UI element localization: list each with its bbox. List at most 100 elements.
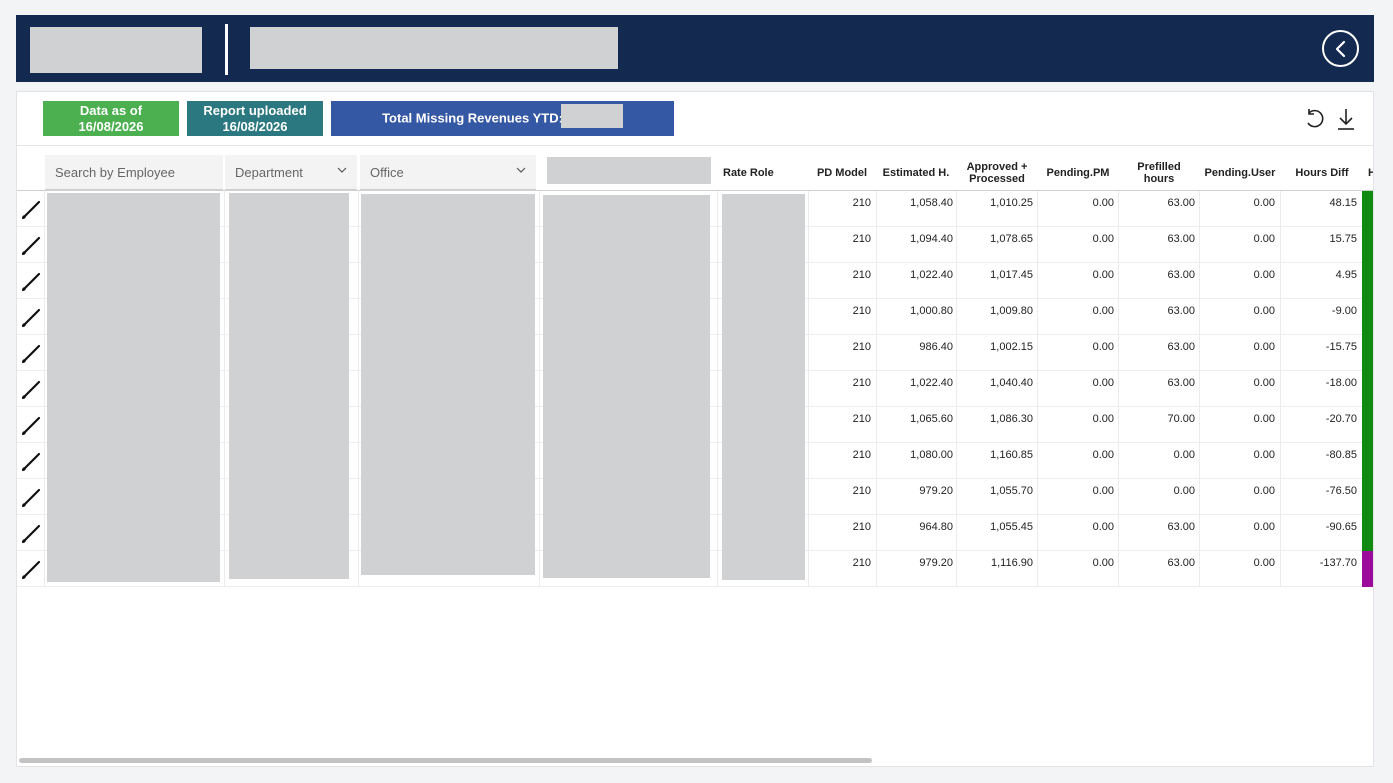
status-indicator (1362, 299, 1373, 335)
cell-pending-user: 0.00 (1253, 557, 1275, 569)
redacted-total-value (560, 104, 623, 128)
col-pending-pm[interactable]: Pending.PM (1041, 155, 1115, 191)
cell-pending-pm: 0.00 (1092, 413, 1114, 425)
cell-pd-model: 210 (852, 341, 871, 353)
employee-search-input[interactable]: Search by Employee (45, 155, 223, 190)
cell-pending-pm: 0.00 (1092, 485, 1114, 497)
cell-pending-pm: 0.00 (1092, 233, 1114, 245)
toolbar-separator (17, 145, 1373, 146)
cell-prefilled: 70.00 (1167, 413, 1195, 425)
cell-hours-diff: 4.95 (1335, 269, 1357, 281)
status-indicator (1362, 263, 1373, 299)
col-prefilled-line2: hours (1143, 173, 1175, 185)
col-rate-role[interactable]: Rate Role (723, 155, 803, 191)
cell-pending-pm: 0.00 (1092, 377, 1114, 389)
pencil-edit-icon[interactable] (20, 487, 42, 509)
col-prefilled-hours[interactable]: Prefilled hours (1121, 155, 1197, 191)
app-header (16, 15, 1374, 82)
cell-prefilled: 63.00 (1167, 233, 1195, 245)
header-divider (225, 24, 228, 75)
col-approved-line2: Processed (969, 173, 1025, 185)
cell-pending-pm: 0.00 (1092, 269, 1114, 281)
pencil-edit-icon[interactable] (20, 451, 42, 473)
data-as-of-badge: Data as of 16/08/2026 (43, 101, 179, 136)
pencil-edit-icon[interactable] (20, 271, 42, 293)
cell-prefilled: 63.00 (1167, 377, 1195, 389)
cell-pending-pm: 0.00 (1092, 521, 1114, 533)
cell-pd-model: 210 (852, 233, 871, 245)
cell-pending-user: 0.00 (1253, 377, 1275, 389)
employee-search-placeholder: Search by Employee (55, 165, 175, 180)
cell-pd-model: 210 (852, 485, 871, 497)
cell-pending-user: 0.00 (1253, 485, 1275, 497)
horizontal-scrollbar[interactable] (19, 758, 872, 763)
cell-pending-user: 0.00 (1253, 413, 1275, 425)
department-dropdown[interactable]: Department (225, 155, 357, 190)
col-pending-user[interactable]: Pending.User (1201, 155, 1279, 191)
pencil-edit-icon[interactable] (20, 199, 42, 221)
pencil-edit-icon[interactable] (20, 235, 42, 257)
cell-prefilled: 63.00 (1167, 305, 1195, 317)
col-hours-diff[interactable]: Hours Diff (1283, 155, 1361, 191)
pencil-edit-icon[interactable] (20, 559, 42, 581)
cell-pd-model: 210 (852, 413, 871, 425)
cell-approved: 1,116.90 (990, 557, 1033, 569)
cell-pending-user: 0.00 (1253, 449, 1275, 461)
pencil-edit-icon[interactable] (20, 379, 42, 401)
cell-estimated: 1,022.40 (910, 377, 953, 389)
cell-estimated: 1,022.40 (910, 269, 953, 281)
undo-icon[interactable] (1303, 107, 1327, 136)
office-dropdown[interactable]: Office (360, 155, 536, 190)
cell-pending-user: 0.00 (1253, 341, 1275, 353)
cell-hours-diff: -76.50 (1325, 485, 1357, 497)
pencil-edit-icon[interactable] (20, 523, 42, 545)
redacted-employee-column (47, 193, 220, 582)
cell-pd-model: 210 (852, 377, 871, 389)
pencil-edit-icon[interactable] (20, 415, 42, 437)
chevron-left-icon (1335, 40, 1346, 58)
redacted-logo (30, 27, 202, 73)
status-indicator (1362, 227, 1373, 263)
status-indicator (1362, 407, 1373, 443)
cell-estimated: 964.80 (919, 521, 953, 533)
download-icon[interactable] (1335, 107, 1357, 136)
data-as-of-date: 16/08/2026 (78, 119, 144, 134)
cell-hours-diff: 15.75 (1329, 233, 1357, 245)
cell-pending-user: 0.00 (1253, 305, 1275, 317)
cell-hours-diff: -90.65 (1325, 521, 1357, 533)
pencil-edit-icon[interactable] (20, 343, 42, 365)
pencil-edit-icon[interactable] (20, 307, 42, 329)
data-as-of-label: Data as of (79, 103, 143, 118)
col-estimated[interactable]: Estimated H. (879, 155, 953, 191)
redacted-rate-role-column (722, 194, 805, 580)
redacted-filter (547, 157, 711, 184)
report-uploaded-badge: Report uploaded 16/08/2026 (187, 101, 323, 136)
cell-pending-pm: 0.00 (1092, 305, 1114, 317)
total-missing-badge: Total Missing Revenues YTD: (331, 101, 674, 136)
cell-approved: 1,086.30 (990, 413, 1033, 425)
back-button[interactable] (1322, 30, 1359, 67)
cell-pd-model: 210 (852, 269, 871, 281)
redacted-title (250, 27, 618, 69)
cell-estimated: 979.20 (919, 485, 953, 497)
chevron-down-icon (337, 167, 347, 173)
cell-pending-user: 0.00 (1253, 197, 1275, 209)
cell-approved: 1,002.15 (990, 341, 1033, 353)
cell-pending-user: 0.00 (1253, 233, 1275, 245)
status-indicator (1362, 371, 1373, 407)
col-approved-processed[interactable]: Approved + Processed (958, 155, 1036, 191)
cell-approved: 1,017.45 (990, 269, 1033, 281)
cell-pending-pm: 0.00 (1092, 557, 1114, 569)
col-pd-model[interactable]: PD Model (813, 155, 871, 191)
office-dropdown-label: Office (370, 165, 404, 180)
col-truncated[interactable]: H (1368, 155, 1373, 191)
cell-hours-diff: -80.85 (1325, 449, 1357, 461)
cell-estimated: 1,000.80 (910, 305, 953, 317)
redacted-department-column (229, 193, 349, 579)
col-prefilled-line1: Prefilled (1137, 161, 1181, 173)
cell-pd-model: 210 (852, 305, 871, 317)
redacted-column (543, 195, 710, 578)
chevron-down-icon (516, 167, 526, 173)
cell-pd-model: 210 (852, 449, 871, 461)
department-dropdown-label: Department (235, 165, 303, 180)
